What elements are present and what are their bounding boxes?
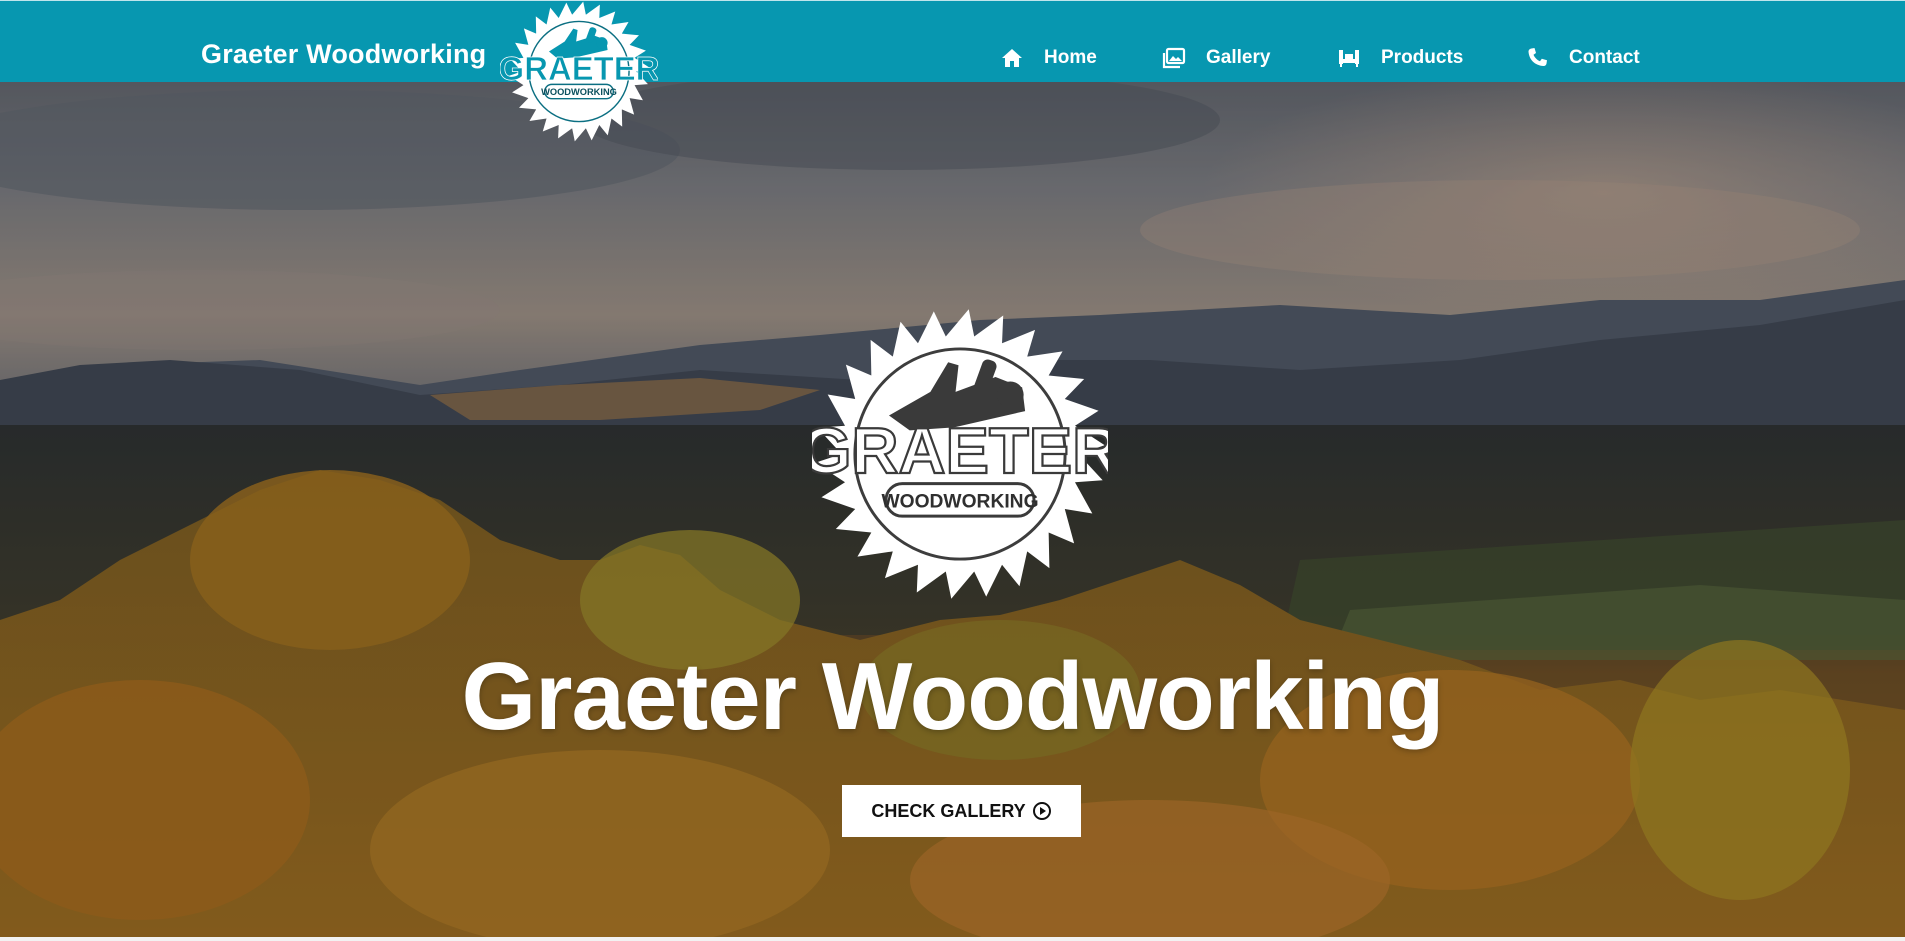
- nav-item-contact[interactable]: Contact: [1525, 45, 1640, 71]
- nav-item-products-label: Products: [1381, 47, 1464, 68]
- nav-item-home[interactable]: Home: [1000, 45, 1097, 71]
- logo-subword-large: WOODWORKING: [881, 491, 1038, 512]
- logo-word-large: GRAETER: [812, 414, 1108, 487]
- home-icon: [1000, 46, 1024, 70]
- navbar: Graeter Woodworking Home Gallery Product…: [0, 0, 1905, 82]
- brand-logo-large: GRAETER WOODWORKING: [812, 309, 1108, 599]
- logo-subword: WOODWORKING: [541, 87, 617, 97]
- check-gallery-label: CHECK GALLERY: [871, 800, 1026, 821]
- brand-name[interactable]: Graeter Woodworking: [201, 39, 486, 70]
- nav-item-home-label: Home: [1044, 47, 1097, 68]
- page-bottom-edge: [0, 937, 1905, 941]
- furniture-icon: [1337, 46, 1361, 70]
- play-circle-icon: [1032, 801, 1052, 821]
- brand-logo-small[interactable]: GRAETER WOODWORKING: [500, 0, 658, 143]
- check-gallery-button[interactable]: CHECK GALLERY: [842, 785, 1081, 837]
- hero-title: Graeter Woodworking: [461, 643, 1444, 750]
- nav-item-products[interactable]: Products: [1337, 45, 1463, 71]
- phone-icon: [1525, 46, 1549, 70]
- image-icon: [1162, 46, 1186, 70]
- nav-item-contact-label: Contact: [1569, 47, 1640, 68]
- nav-item-gallery[interactable]: Gallery: [1162, 45, 1270, 71]
- logo-word: GRAETER: [500, 50, 658, 87]
- nav-item-gallery-label: Gallery: [1206, 47, 1271, 68]
